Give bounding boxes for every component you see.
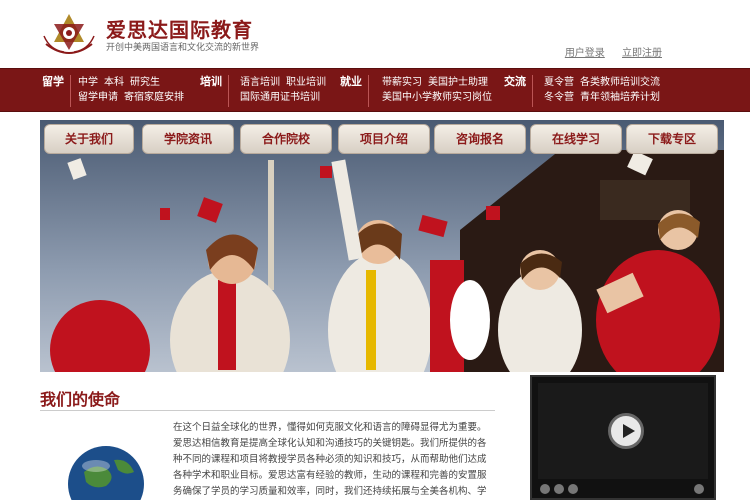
nav-category-study-abroad[interactable]: 留学 bbox=[40, 73, 66, 109]
nav-link[interactable]: 本科 bbox=[104, 77, 124, 88]
brand-title: 爱思达国际教育 bbox=[106, 18, 253, 42]
video-player[interactable] bbox=[530, 375, 716, 500]
mission-title: 我们的使命 bbox=[40, 390, 121, 409]
nav-links-training: 语言培训 职业培训 国际通用证书培训 bbox=[240, 75, 332, 105]
nav-link[interactable]: 职业培训 bbox=[286, 77, 326, 88]
logo-emblem-icon bbox=[43, 14, 95, 54]
nav-link[interactable]: 美国护士助理 bbox=[428, 77, 488, 88]
control-button[interactable] bbox=[554, 484, 564, 494]
nav-link[interactable]: 中学 bbox=[78, 77, 98, 88]
header: 爱思达国际教育 开创中美两国语言和文化交流的新世界 用户登录 立即注册 bbox=[0, 0, 750, 68]
nav-category-employment[interactable]: 就业 bbox=[338, 73, 364, 109]
nav-divider bbox=[70, 75, 71, 107]
mission-text: 在这个日益全球化的世界，懂得如何克服文化和语言的障碍显得尤为重要。爱思达相信教育… bbox=[173, 422, 487, 497]
graduation-photo bbox=[40, 120, 724, 372]
user-links: 用户登录 立即注册 bbox=[551, 44, 662, 59]
nav-link[interactable]: 留学申请 bbox=[78, 92, 118, 103]
nav-divider bbox=[532, 75, 533, 107]
nav-link[interactable]: 国际通用证书培训 bbox=[240, 92, 320, 103]
nav-link[interactable]: 带薪实习 bbox=[382, 77, 422, 88]
control-button[interactable] bbox=[540, 484, 550, 494]
nav-link[interactable]: 青年领袖培养计划 bbox=[580, 92, 660, 103]
volume-icon[interactable] bbox=[694, 484, 704, 494]
nav-link[interactable]: 语言培训 bbox=[240, 77, 280, 88]
tab-consult-enroll[interactable]: 咨询报名 bbox=[434, 124, 526, 154]
nav-link[interactable]: 冬令营 bbox=[544, 92, 574, 103]
nav-divider bbox=[228, 75, 229, 107]
nav-link[interactable]: 各类教师培训交流 bbox=[580, 77, 660, 88]
tab-about-us[interactable]: 关于我们 bbox=[44, 124, 134, 154]
brand-slogan: 开创中美两国语言和文化交流的新世界 bbox=[106, 43, 260, 53]
video-controls bbox=[538, 483, 708, 495]
nav-link[interactable]: 美国中小学教师实习岗位 bbox=[382, 92, 492, 103]
nav-links-study-abroad: 中学 本科 研究生 留学申请 寄宿家庭安排 bbox=[78, 75, 190, 105]
hero-banner: 关于我们 学院资讯 合作院校 项目介绍 咨询报名 在线学习 下载专区 bbox=[40, 120, 724, 372]
nav-links-employment: 带薪实习 美国护士助理 美国中小学教师实习岗位 bbox=[382, 75, 498, 105]
register-link[interactable]: 立即注册 bbox=[622, 48, 662, 59]
nav-link[interactable]: 研究生 bbox=[130, 77, 160, 88]
video-screen[interactable] bbox=[538, 383, 708, 479]
globe-icon bbox=[56, 432, 156, 500]
tab-programs[interactable]: 项目介绍 bbox=[338, 124, 430, 154]
hero-tabs: 关于我们 学院资讯 合作院校 项目介绍 咨询报名 在线学习 下载专区 bbox=[44, 124, 724, 156]
tab-partner-schools[interactable]: 合作院校 bbox=[240, 124, 332, 154]
nav-link[interactable]: 寄宿家庭安排 bbox=[124, 92, 184, 103]
play-icon[interactable] bbox=[608, 413, 644, 449]
divider bbox=[40, 410, 495, 411]
main-navbar: 留学 中学 本科 研究生 留学申请 寄宿家庭安排 培训 语言培训 职业培训 国际通用证书… bbox=[0, 68, 750, 112]
nav-category-exchange[interactable]: 交流 bbox=[502, 73, 528, 109]
nav-category-training[interactable]: 培训 bbox=[198, 73, 224, 109]
nav-link[interactable]: 夏令营 bbox=[544, 77, 574, 88]
tab-online-learning[interactable]: 在线学习 bbox=[530, 124, 622, 154]
login-link[interactable]: 用户登录 bbox=[565, 48, 605, 59]
control-button[interactable] bbox=[568, 484, 578, 494]
nav-links-exchange: 夏令营 各类教师培训交流 冬令营 青年领袖培养计划 bbox=[544, 75, 666, 105]
tab-college-news[interactable]: 学院资讯 bbox=[142, 124, 234, 154]
tab-downloads[interactable]: 下载专区 bbox=[626, 124, 718, 154]
nav-divider bbox=[368, 75, 369, 107]
